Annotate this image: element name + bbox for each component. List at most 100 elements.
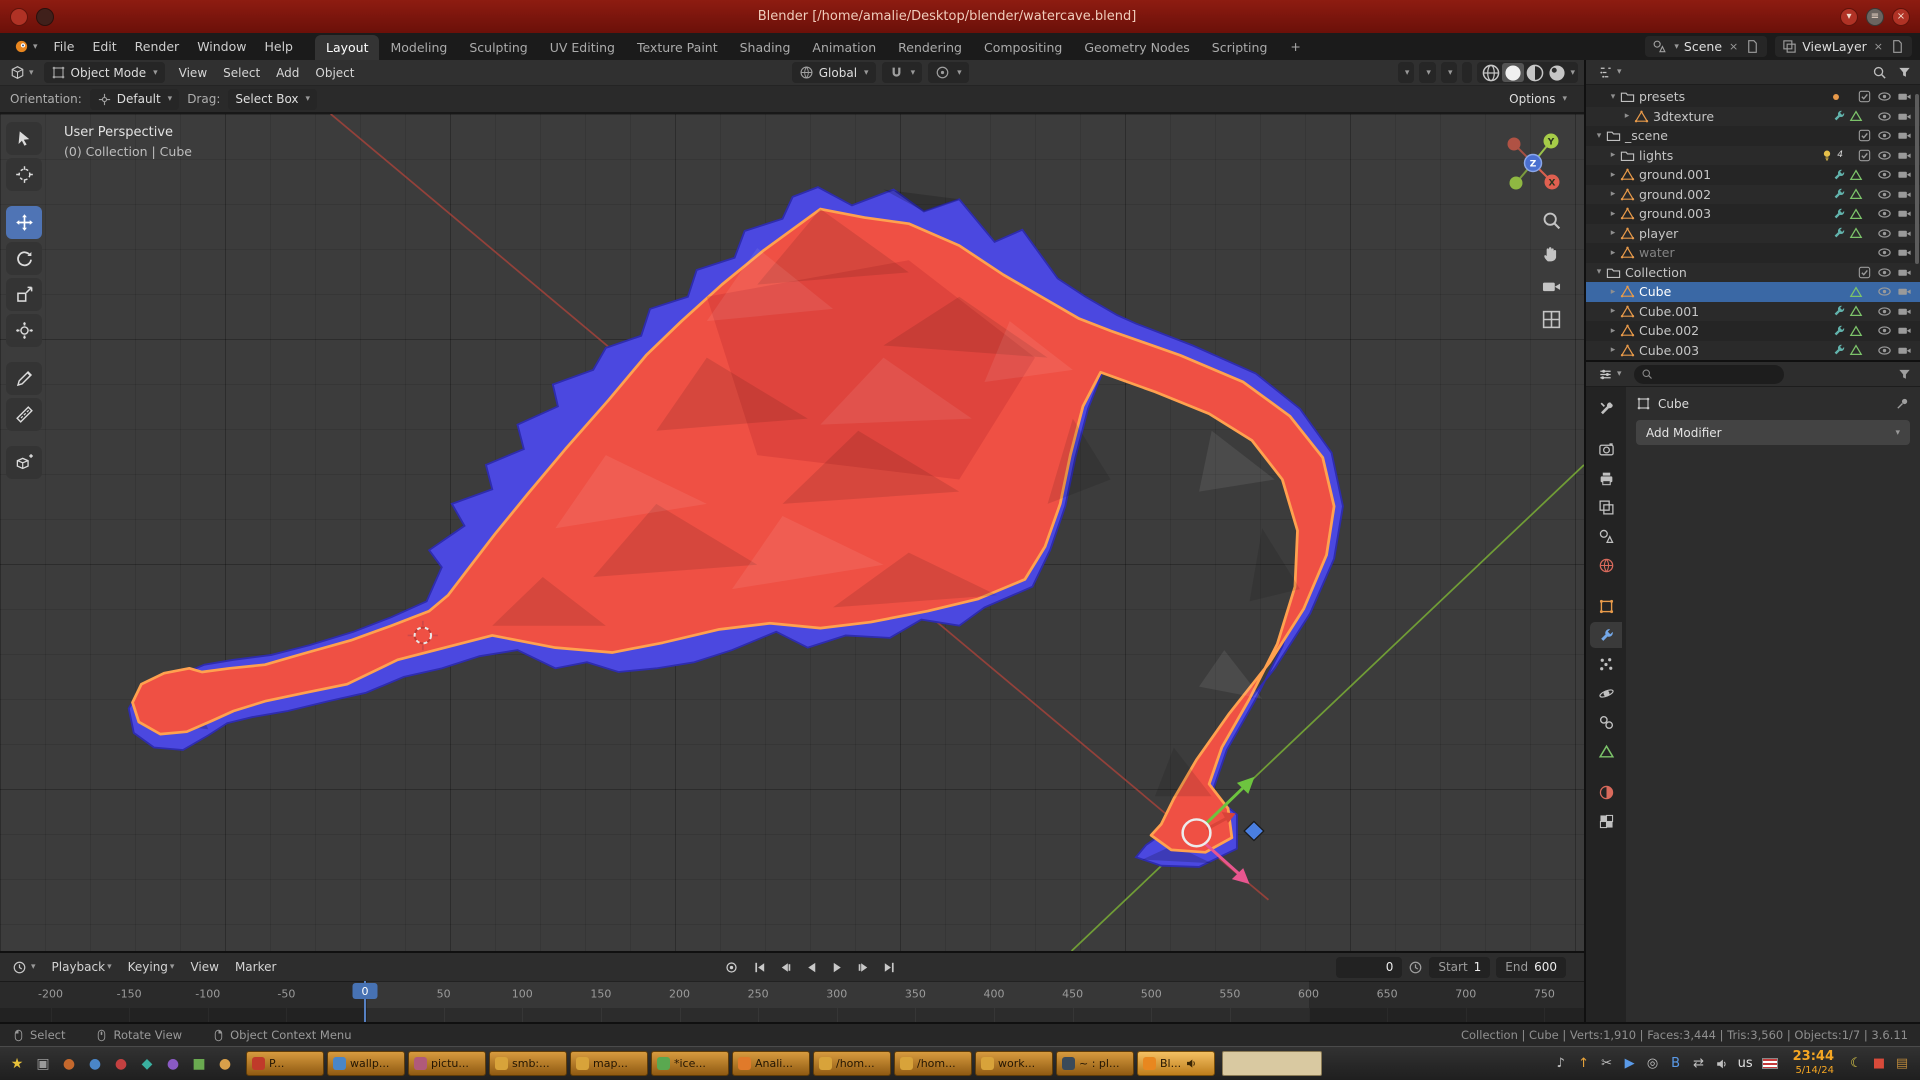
toggle-camera-icon[interactable] — [1897, 323, 1912, 338]
tab-texture-paint[interactable]: Texture Paint — [626, 35, 729, 60]
disclosure-open-icon[interactable]: ▾ — [1606, 92, 1620, 102]
auto-keying-button[interactable] — [719, 956, 743, 978]
toggle-eye-icon[interactable] — [1877, 167, 1892, 182]
tab-layout[interactable]: Layout — [315, 35, 380, 60]
toggle-eye-icon[interactable] — [1877, 323, 1892, 338]
tray-item-3[interactable]: ✂ — [1600, 1056, 1614, 1071]
toggle-eye-icon[interactable] — [1877, 343, 1892, 358]
taskbar-window-2[interactable]: wallp... — [327, 1051, 405, 1076]
taskbar-window-8[interactable]: /hom... — [813, 1051, 891, 1076]
launcher-launcher-9-icon[interactable]: ● — [213, 1052, 237, 1076]
disclosure-closed-icon[interactable]: ▸ — [1606, 287, 1620, 297]
shading-solid-button[interactable] — [1502, 63, 1524, 82]
toggle-eye-icon[interactable] — [1877, 226, 1892, 241]
disclosure-closed-icon[interactable]: ▸ — [1606, 170, 1620, 180]
toggle-camera-icon[interactable] — [1897, 128, 1912, 143]
properties-tab-object[interactable] — [1590, 593, 1622, 619]
toggle-camera-icon[interactable] — [1897, 343, 1912, 358]
tool-cursor[interactable] — [6, 158, 42, 191]
tool-transform[interactable] — [6, 314, 42, 347]
tray-item-5[interactable]: ◎ — [1646, 1056, 1660, 1071]
disclosure-closed-icon[interactable]: ▸ — [1620, 111, 1634, 121]
orientation-dropdown[interactable]: Default ▾ — [90, 89, 179, 110]
tray-item-4[interactable]: ▶ — [1623, 1056, 1637, 1071]
tool-rotate[interactable] — [6, 242, 42, 275]
tray-right-item-3[interactable]: ▤ — [1895, 1056, 1909, 1071]
outliner-row-scene[interactable]: ▾_scene — [1586, 126, 1920, 146]
taskbar-window-7[interactable]: Anali... — [732, 1051, 810, 1076]
tab-geometry-nodes[interactable]: Geometry Nodes — [1073, 35, 1200, 60]
new-scene-button[interactable] — [1745, 39, 1760, 54]
jump-to-start-button[interactable] — [747, 956, 771, 978]
viewport-menu-select[interactable]: Select — [215, 63, 268, 83]
toggle-checkbox-icon[interactable] — [1857, 89, 1872, 104]
properties-tab-view-layer[interactable] — [1590, 494, 1622, 520]
tray-right-item-2[interactable]: ■ — [1872, 1056, 1886, 1071]
taskbar-window-9[interactable]: /hom... — [894, 1051, 972, 1076]
frame-end-field[interactable]: End 600 — [1496, 957, 1566, 978]
zoom-button[interactable] — [1541, 210, 1562, 231]
tab-shading[interactable]: Shading — [729, 35, 802, 60]
window-shade-button[interactable]: ▾ — [1840, 8, 1858, 26]
outliner-row-collection[interactable]: ▾Collection — [1586, 263, 1920, 283]
toggle-camera-icon[interactable] — [1897, 284, 1912, 299]
scene-selector[interactable]: ▾ Scene × — [1645, 36, 1767, 57]
tab-rendering[interactable]: Rendering — [887, 35, 973, 60]
properties-search-input[interactable] — [1634, 365, 1784, 384]
tab-sculpting[interactable]: Sculpting — [458, 35, 538, 60]
tool-add-cube[interactable] — [6, 446, 42, 479]
toggle-eye-icon[interactable] — [1877, 284, 1892, 299]
show-visibility-button[interactable]: ▾ — [1398, 62, 1415, 83]
tray-item-8[interactable] — [1715, 1057, 1729, 1071]
disclosure-closed-icon[interactable]: ▸ — [1606, 150, 1620, 160]
timeline-menu-view[interactable]: View — [182, 957, 226, 977]
timeline-menu-marker[interactable]: Marker — [227, 957, 284, 977]
timeline-menu-keying[interactable]: Keying▾ — [120, 957, 183, 977]
disclosure-closed-icon[interactable]: ▸ — [1606, 306, 1620, 316]
show-overlays-button[interactable]: ▾ — [1441, 62, 1458, 83]
window-sticky-button[interactable] — [36, 8, 54, 26]
toggle-camera-icon[interactable] — [1897, 206, 1912, 221]
shading-material-preview-button[interactable] — [1524, 63, 1546, 82]
taskbar-window-11[interactable]: ~ : pl... — [1056, 1051, 1134, 1076]
viewport-menu-object[interactable]: Object — [307, 63, 362, 83]
toggle-eye-icon[interactable] — [1877, 265, 1892, 280]
play-reverse-button[interactable] — [799, 956, 823, 978]
mode-selector[interactable]: Object Mode ▾ — [44, 62, 165, 83]
jump-to-end-button[interactable] — [877, 956, 901, 978]
use-preview-range-icon[interactable] — [1408, 960, 1423, 975]
disclosure-closed-icon[interactable]: ▸ — [1606, 189, 1620, 199]
drag-dropdown[interactable]: Select Box ▾ — [228, 89, 317, 110]
play-button[interactable] — [825, 956, 849, 978]
outliner-row-ground-001[interactable]: ▸ground.001 — [1586, 165, 1920, 185]
window-maximize-button[interactable]: ≡ — [1866, 8, 1884, 26]
outliner-row-cube-001[interactable]: ▸Cube.001 — [1586, 302, 1920, 322]
launcher-menu-icon[interactable]: ★ — [5, 1052, 29, 1076]
tray-item-9[interactable]: us — [1738, 1056, 1753, 1071]
add-modifier-button[interactable]: Add Modifier ▾ — [1636, 420, 1910, 445]
frame-start-field[interactable]: Start 1 — [1429, 957, 1490, 978]
timeline-ruler-area[interactable]: -200-150-100-500501001502002503003504004… — [0, 981, 1584, 1022]
current-frame-field[interactable]: 0 — [1336, 957, 1402, 978]
tool-move[interactable] — [6, 206, 42, 239]
disclosure-closed-icon[interactable]: ▸ — [1606, 209, 1620, 219]
properties-tab-scene[interactable] — [1590, 523, 1622, 549]
tool-measure[interactable] — [6, 398, 42, 431]
jump-to-prev-keyframe-button[interactable] — [773, 956, 797, 978]
taskbar-window-5[interactable]: map... — [570, 1051, 648, 1076]
taskbar-window-12[interactable]: Bl... — [1137, 1051, 1215, 1076]
taskbar-empty-slot[interactable] — [1222, 1051, 1322, 1076]
toggle-camera-icon[interactable] — [1897, 226, 1912, 241]
3d-viewport[interactable]: User Perspective (0) Collection | Cube Y… — [0, 114, 1584, 951]
properties-tab-output[interactable] — [1590, 465, 1622, 491]
launcher-launcher-3-icon[interactable]: ● — [57, 1052, 81, 1076]
taskbar-window-4[interactable]: smb:... — [489, 1051, 567, 1076]
disclosure-open-icon[interactable]: ▾ — [1592, 267, 1606, 277]
outliner-row-cube[interactable]: ▸Cube — [1586, 282, 1920, 302]
properties-editor-type-button[interactable]: ▾ — [1594, 365, 1626, 384]
launcher-launcher-5-icon[interactable]: ● — [109, 1052, 133, 1076]
toggle-checkbox-icon[interactable] — [1857, 265, 1872, 280]
toggle-camera-icon[interactable] — [1897, 89, 1912, 104]
launcher-launcher-7-icon[interactable]: ● — [161, 1052, 185, 1076]
camera-view-button[interactable] — [1541, 276, 1562, 297]
